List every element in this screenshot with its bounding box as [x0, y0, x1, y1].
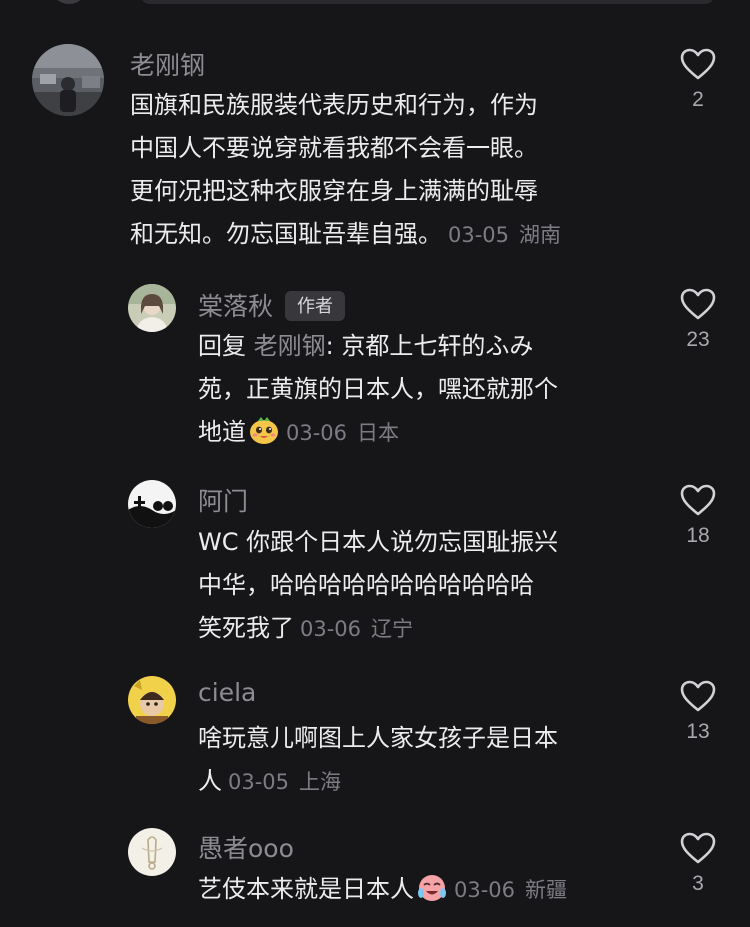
- like-button[interactable]: 13: [668, 680, 728, 744]
- comment-line: 地道 03-06 日本: [198, 411, 658, 455]
- comment-text: 艺伎本来就是日本人 03-06 新疆: [198, 868, 658, 912]
- comment-location: 新疆: [525, 878, 568, 902]
- comment-meta: 03-06 新疆: [454, 878, 567, 902]
- comment-text: 啥玩意儿啊图上人家女孩子是日本 人 03-05 上海: [198, 717, 658, 804]
- comment-location: 湖南: [519, 223, 562, 247]
- comment-text: 回复 老刚钢: 京都上七轩的ふみ 苑，正黄旗的日本人，嘿还就那个 地道 03-0…: [198, 325, 658, 455]
- comment-text: 国旗和民族服装代表历史和行为，作为 中国人不要说穿就看我都不会看一眼。 更何况把…: [130, 84, 650, 257]
- avatar[interactable]: [128, 480, 176, 528]
- comment-line: 人 03-05 上海: [198, 767, 342, 795]
- comment-line: 和无知。勿忘国耻吾辈自强。 03-05 湖南: [130, 220, 562, 248]
- comment-line: 艺伎本来就是日本人 03-06 新疆: [198, 868, 658, 912]
- comment-line: 中华，哈哈哈哈哈哈哈哈哈哈哈: [198, 571, 534, 599]
- heart-icon: [680, 48, 716, 80]
- comment-line: 更何况把这种衣服穿在身上满满的耻辱: [130, 177, 538, 205]
- heart-icon: [680, 484, 716, 516]
- previous-content-remnant: [140, 0, 715, 4]
- comment-meta: 03-05 上海: [228, 770, 341, 794]
- like-button[interactable]: 2: [668, 48, 728, 112]
- like-button[interactable]: 23: [668, 288, 728, 352]
- comment-author[interactable]: 阿门: [198, 482, 248, 518]
- like-button[interactable]: 18: [668, 484, 728, 548]
- comment-line: 啥玩意儿啊图上人家女孩子是日本: [198, 724, 558, 752]
- comment-location: 日本: [357, 421, 400, 445]
- comment-meta: 03-06 辽宁: [300, 617, 413, 641]
- comment-line: 苑，正黄旗的日本人，嘿还就那个: [198, 375, 558, 403]
- avatar[interactable]: [128, 828, 176, 876]
- comment-line: 中国人不要说穿就看我都不会看一眼。: [130, 134, 538, 162]
- comment-meta: 03-05 湖南: [448, 223, 561, 247]
- heart-icon: [680, 680, 716, 712]
- author-badge: 作者: [285, 291, 346, 321]
- comment-date: 03-06: [454, 878, 516, 902]
- previous-avatar-remnant: [52, 0, 86, 4]
- like-count: 3: [692, 872, 704, 895]
- like-count: 23: [686, 328, 710, 351]
- crying-laughing-emoji-icon: [416, 871, 448, 903]
- reply-label: 回复: [198, 332, 246, 360]
- comment-text: WC 你跟个日本人说勿忘国耻振兴 中华，哈哈哈哈哈哈哈哈哈哈哈 笑死我了 03-0…: [198, 521, 658, 651]
- comment-meta: 03-06 日本: [286, 421, 399, 445]
- comment-line: 国旗和民族服装代表历史和行为，作为: [130, 91, 538, 119]
- reply-target[interactable]: 老刚钢: [254, 332, 326, 360]
- comment-line: 笑死我了 03-06 辽宁: [198, 614, 414, 642]
- like-count: 18: [686, 524, 710, 547]
- heart-icon: [680, 832, 716, 864]
- comment-location: 上海: [299, 770, 342, 794]
- avatar[interactable]: [128, 676, 176, 724]
- smiling-face-emoji-icon: [248, 414, 280, 446]
- comment-author[interactable]: 愚者ooo: [198, 829, 294, 865]
- comment-author[interactable]: 老刚钢: [130, 46, 205, 82]
- like-count: 2: [692, 88, 704, 111]
- comment-date: 03-05: [228, 770, 290, 794]
- comment-location: 辽宁: [371, 617, 414, 641]
- comment-line: WC 你跟个日本人说勿忘国耻振兴: [198, 528, 559, 556]
- comment-date: 03-06: [286, 421, 348, 445]
- avatar[interactable]: [128, 284, 176, 332]
- like-button[interactable]: 3: [668, 832, 728, 896]
- avatar[interactable]: [32, 44, 104, 116]
- heart-icon: [680, 288, 716, 320]
- comment-author[interactable]: ciela: [198, 678, 256, 707]
- comment-author[interactable]: 棠落秋 作者: [198, 287, 346, 323]
- comment-date: 03-05: [448, 223, 510, 247]
- comment-date: 03-06: [300, 617, 362, 641]
- comment-line: 回复 老刚钢: 京都上七轩的ふみ: [198, 332, 534, 360]
- like-count: 13: [686, 720, 710, 743]
